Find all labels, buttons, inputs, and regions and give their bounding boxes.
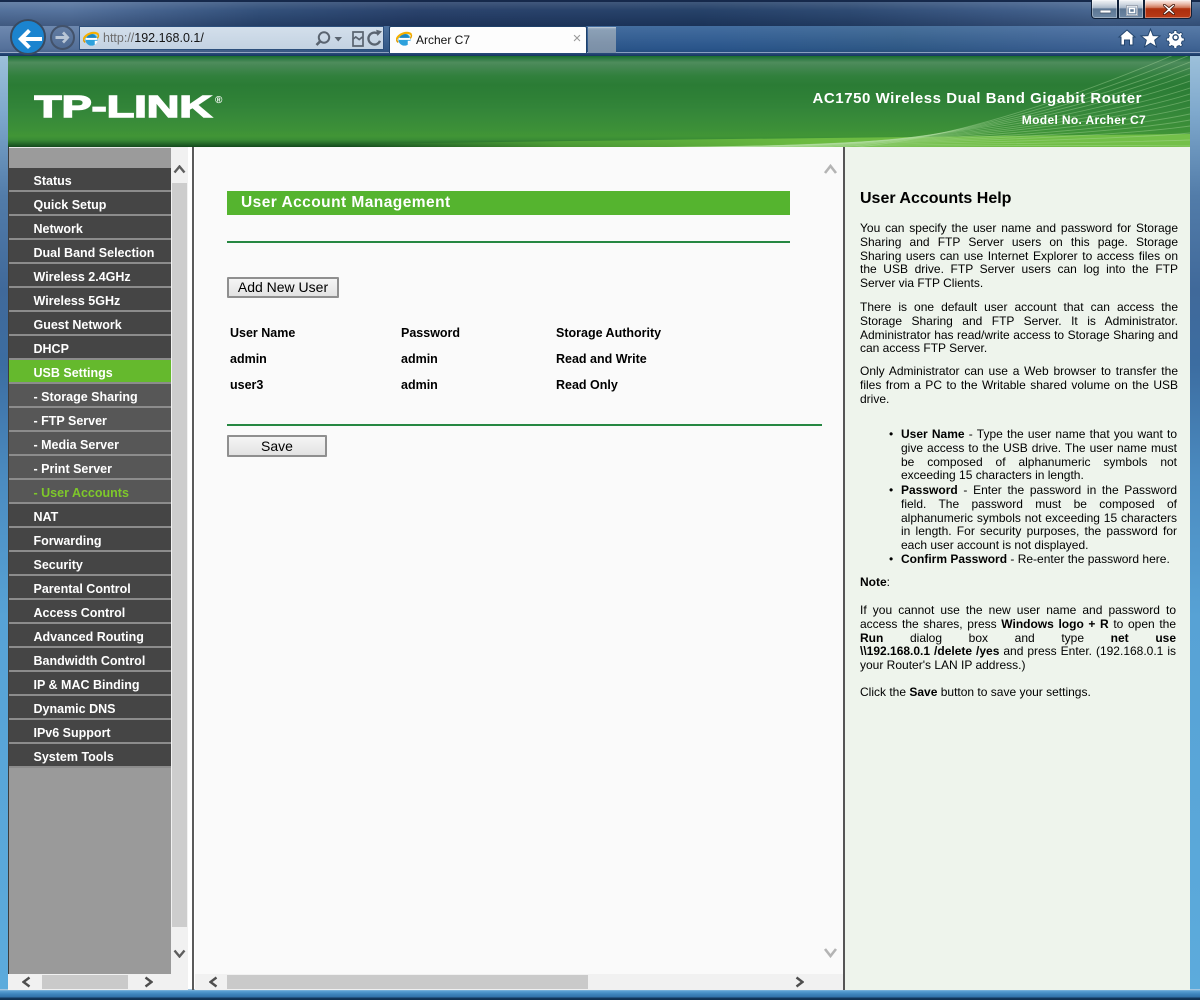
svg-text:®: ® [215, 95, 223, 106]
svg-text:TP-LINK: TP-LINK [34, 91, 213, 124]
